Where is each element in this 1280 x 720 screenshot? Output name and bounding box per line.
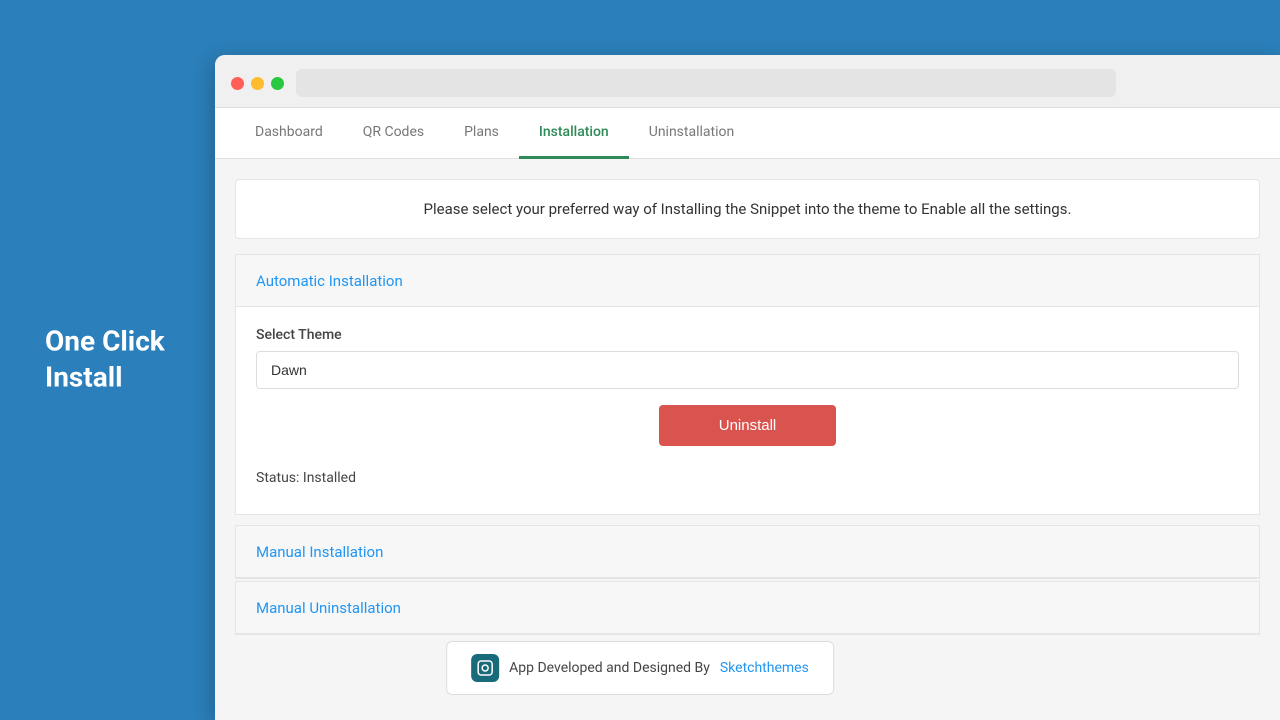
badge-text: App Developed and Designed By [509, 660, 710, 676]
manual-installation-panel: Manual Installation [235, 525, 1260, 579]
address-bar[interactable] [296, 69, 1116, 97]
close-button-icon[interactable] [231, 77, 244, 90]
manual-uninstallation-link[interactable]: Manual Uninstallation [256, 599, 401, 617]
footer-badge: App Developed and Designed By Sketchthem… [446, 641, 834, 695]
automatic-installation-body: Select Theme Uninstall Status: Installed [236, 307, 1259, 514]
minimize-button-icon[interactable] [251, 77, 264, 90]
automatic-installation-panel: Automatic Installation Select Theme Unin… [235, 254, 1260, 515]
browser-chrome [215, 55, 1280, 108]
tab-dashboard[interactable]: Dashboard [235, 108, 343, 159]
select-theme-label: Select Theme [256, 327, 1239, 343]
automatic-installation-header[interactable]: Automatic Installation [236, 255, 1259, 307]
browser-content: Dashboard QR Codes Plans Installation Un… [215, 108, 1280, 720]
uninstall-button[interactable]: Uninstall [659, 405, 837, 446]
brand-link[interactable]: Sketchthemes [720, 660, 809, 676]
traffic-lights [231, 77, 284, 90]
manual-uninstallation-panel: Manual Uninstallation [235, 581, 1260, 635]
manual-installation-link[interactable]: Manual Installation [256, 543, 383, 561]
app-icon [471, 654, 499, 682]
select-theme-group: Select Theme [256, 327, 1239, 389]
instruction-text: Please select your preferred way of Inst… [235, 179, 1260, 239]
manual-uninstallation-header[interactable]: Manual Uninstallation [236, 582, 1259, 634]
tab-installation[interactable]: Installation [519, 108, 629, 159]
nav-tabs: Dashboard QR Codes Plans Installation Un… [215, 108, 1280, 159]
tab-qr-codes[interactable]: QR Codes [343, 108, 444, 159]
status-text: Status: Installed [256, 462, 1239, 494]
sidebar-title: One Click Install [45, 324, 165, 397]
manual-installation-header[interactable]: Manual Installation [236, 526, 1259, 578]
tab-uninstallation[interactable]: Uninstallation [629, 108, 755, 159]
automatic-installation-link[interactable]: Automatic Installation [256, 272, 403, 290]
tab-plans[interactable]: Plans [444, 108, 519, 159]
theme-input[interactable] [256, 351, 1239, 389]
browser-window: Dashboard QR Codes Plans Installation Un… [215, 55, 1280, 720]
main-content: Please select your preferred way of Inst… [215, 159, 1280, 720]
maximize-button-icon[interactable] [271, 77, 284, 90]
